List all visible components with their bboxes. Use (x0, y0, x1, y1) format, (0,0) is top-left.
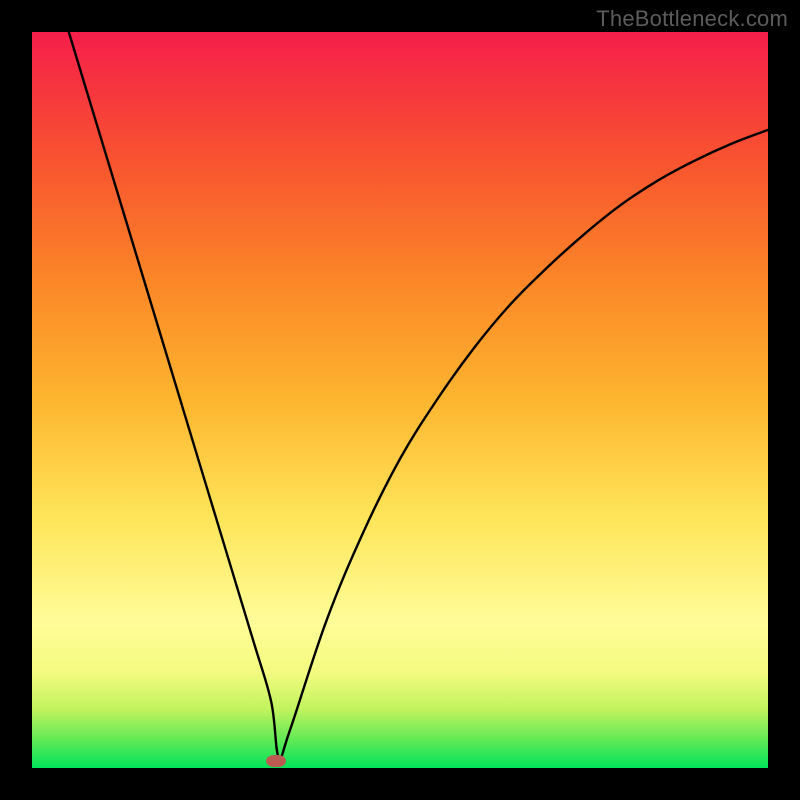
bottleneck-curve (32, 32, 768, 768)
watermark-text: TheBottleneck.com (596, 6, 788, 32)
plot-area (32, 32, 768, 768)
chart-frame: TheBottleneck.com (0, 0, 800, 800)
bottleneck-point-marker (266, 755, 286, 767)
